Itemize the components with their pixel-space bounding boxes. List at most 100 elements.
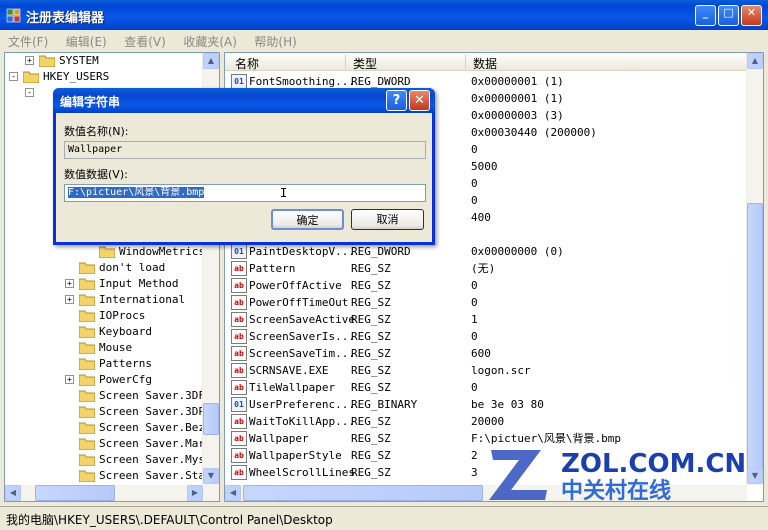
scroll-down-button[interactable]: ▼: [203, 468, 219, 484]
value-type: REG_SZ: [351, 415, 391, 428]
value-data: 0: [471, 177, 478, 190]
value-data: 0x00000001 (1): [471, 92, 564, 105]
zol-logo-mark: [489, 450, 547, 500]
column-name[interactable]: 名称: [235, 55, 259, 72]
expand-icon[interactable]: +: [65, 279, 74, 288]
string-value-icon: ab: [231, 380, 247, 395]
menu-edit[interactable]: 编辑(E): [58, 30, 113, 50]
list-row[interactable]: ab PowerOffActive REG_SZ 0: [225, 277, 745, 294]
column-data[interactable]: 数据: [473, 55, 497, 72]
string-value-icon: ab: [231, 261, 247, 276]
menu-file[interactable]: 文件(F): [0, 30, 54, 50]
list-row[interactable]: ab ScreenSaverIs... REG_SZ 0: [225, 328, 745, 345]
tree-item-label: Screen Saver.3DFl: [99, 389, 212, 402]
text-cursor-icon: I: [280, 186, 288, 200]
maximize-button[interactable]: □: [718, 5, 739, 26]
menu-favorites[interactable]: 收藏夹(A): [175, 30, 243, 50]
scroll-right-button[interactable]: ▶: [187, 485, 203, 501]
menu-help[interactable]: 帮助(H): [246, 30, 302, 50]
list-row[interactable]: ab ScreenSaveTim... REG_SZ 600: [225, 345, 745, 362]
arrow-left-icon: ◀: [229, 488, 237, 497]
list-row[interactable]: ab ScreenSaveActive REG_SZ 1: [225, 311, 745, 328]
expand-icon[interactable]: +: [65, 375, 74, 384]
tree-item-label: International: [99, 293, 186, 306]
menu-view[interactable]: 查看(V): [116, 30, 172, 50]
close-button[interactable]: ✕: [741, 5, 762, 26]
tree-item-label: Patterns: [99, 357, 152, 370]
list-row[interactable]: ab TileWallpaper REG_SZ 0: [225, 379, 745, 396]
folder-icon: [79, 406, 95, 418]
scroll-left-button[interactable]: ◀: [225, 485, 241, 501]
folder-icon: [79, 310, 95, 322]
column-divider[interactable]: [345, 55, 346, 69]
scroll-up-button[interactable]: ▲: [203, 53, 219, 69]
value-data: 0x00000001 (1): [471, 75, 564, 88]
list-row[interactable]: 01 PaintDesktopV... REG_DWORD 0x00000000 (0…: [225, 243, 745, 260]
tree-item-label: IOProcs: [99, 309, 146, 322]
tree-horizontal-scrollbar[interactable]: ◀ ▶: [5, 485, 203, 501]
minimize-button[interactable]: _: [695, 5, 716, 26]
list-row[interactable]: ab WaitToKillApp... REG_SZ 20000: [225, 413, 745, 430]
dialog-close-button[interactable]: ✕: [409, 90, 430, 111]
value-name: ScreenSaveActive: [249, 313, 355, 326]
list-row[interactable]: ab SCRNSAVE.EXE REG_SZ logon.scr: [225, 362, 745, 379]
value-data-input[interactable]: F:\pictuer\风景\背景.bmp I: [64, 184, 426, 202]
folder-icon: [79, 358, 95, 370]
value-type: REG_SZ: [351, 364, 391, 377]
tree-item-label: Screen Saver.Marq: [99, 437, 212, 450]
collapse-icon[interactable]: -: [25, 88, 34, 97]
value-type: REG_SZ: [351, 262, 391, 275]
folder-icon: [79, 390, 95, 402]
value-name: WheelScrollLines: [249, 466, 355, 479]
arrow-up-icon: ▲: [207, 56, 215, 65]
folder-icon: [79, 438, 95, 450]
value-type: REG_SZ: [351, 347, 391, 360]
tree-item-label: SYSTEM: [59, 54, 99, 67]
binary-value-icon: 01: [231, 74, 247, 89]
arrow-left-icon: ◀: [9, 488, 17, 497]
list-vertical-scrollbar[interactable]: ▲ ▼: [746, 53, 763, 485]
binary-value-icon: 01: [231, 397, 247, 412]
string-value-icon: ab: [231, 278, 247, 293]
value-data: 20000: [471, 415, 505, 428]
folder-icon: [79, 326, 95, 338]
string-value-icon: ab: [231, 431, 247, 446]
edit-string-dialog: 编辑字符串 ? ✕ 数值名称(N): Wallpaper 数值数据(V): F:…: [53, 88, 435, 245]
expand-icon[interactable]: +: [25, 56, 34, 65]
value-name: Wallpaper: [249, 432, 309, 445]
dialog-title-bar[interactable]: 编辑字符串 ? ✕: [53, 88, 435, 113]
value-data: be 3e 03 80: [471, 398, 544, 411]
column-type[interactable]: 类型: [353, 55, 377, 72]
folder-icon: [79, 374, 95, 386]
tree-item-label: Screen Saver.3DPi: [99, 405, 212, 418]
folder-icon: [79, 262, 95, 274]
scroll-left-button[interactable]: ◀: [5, 485, 21, 501]
window-title: 注册表编辑器: [26, 11, 105, 26]
column-divider[interactable]: [465, 55, 466, 69]
ok-button[interactable]: 确定: [271, 209, 344, 230]
value-name: TileWallpaper: [249, 381, 336, 394]
scroll-thumb[interactable]: [35, 485, 115, 501]
scroll-thumb[interactable]: [747, 203, 763, 473]
value-name: ScreenSaverIs...: [249, 330, 355, 343]
collapse-icon[interactable]: -: [9, 72, 18, 81]
folder-icon: [79, 454, 95, 466]
value-type: REG_DWORD: [351, 245, 411, 258]
value-data-label: 数值数据(V):: [64, 168, 128, 181]
tree-item-label: Input Method: [99, 277, 179, 290]
value-data-text: F:\pictuer\风景\背景.bmp: [68, 187, 205, 198]
value-data: 600: [471, 347, 491, 360]
expand-icon[interactable]: +: [65, 295, 74, 304]
scroll-up-button[interactable]: ▲: [747, 53, 763, 69]
value-name: WaitToKillApp...: [249, 415, 355, 428]
help-button[interactable]: ?: [386, 90, 407, 111]
scroll-thumb[interactable]: [243, 485, 483, 501]
scroll-thumb[interactable]: [203, 403, 219, 435]
list-row[interactable]: ab PowerOffTimeOut REG_SZ 0: [225, 294, 745, 311]
string-value-icon: ab: [231, 329, 247, 344]
cancel-button[interactable]: 取消: [351, 209, 424, 230]
list-row[interactable]: 01 UserPreferenc... REG_BINARY be 3e 03 80: [225, 396, 745, 413]
tree-item-label: WindowMetrics: [119, 245, 206, 258]
value-type: REG_BINARY: [351, 398, 418, 411]
list-row[interactable]: ab Pattern REG_SZ (无): [225, 260, 745, 277]
